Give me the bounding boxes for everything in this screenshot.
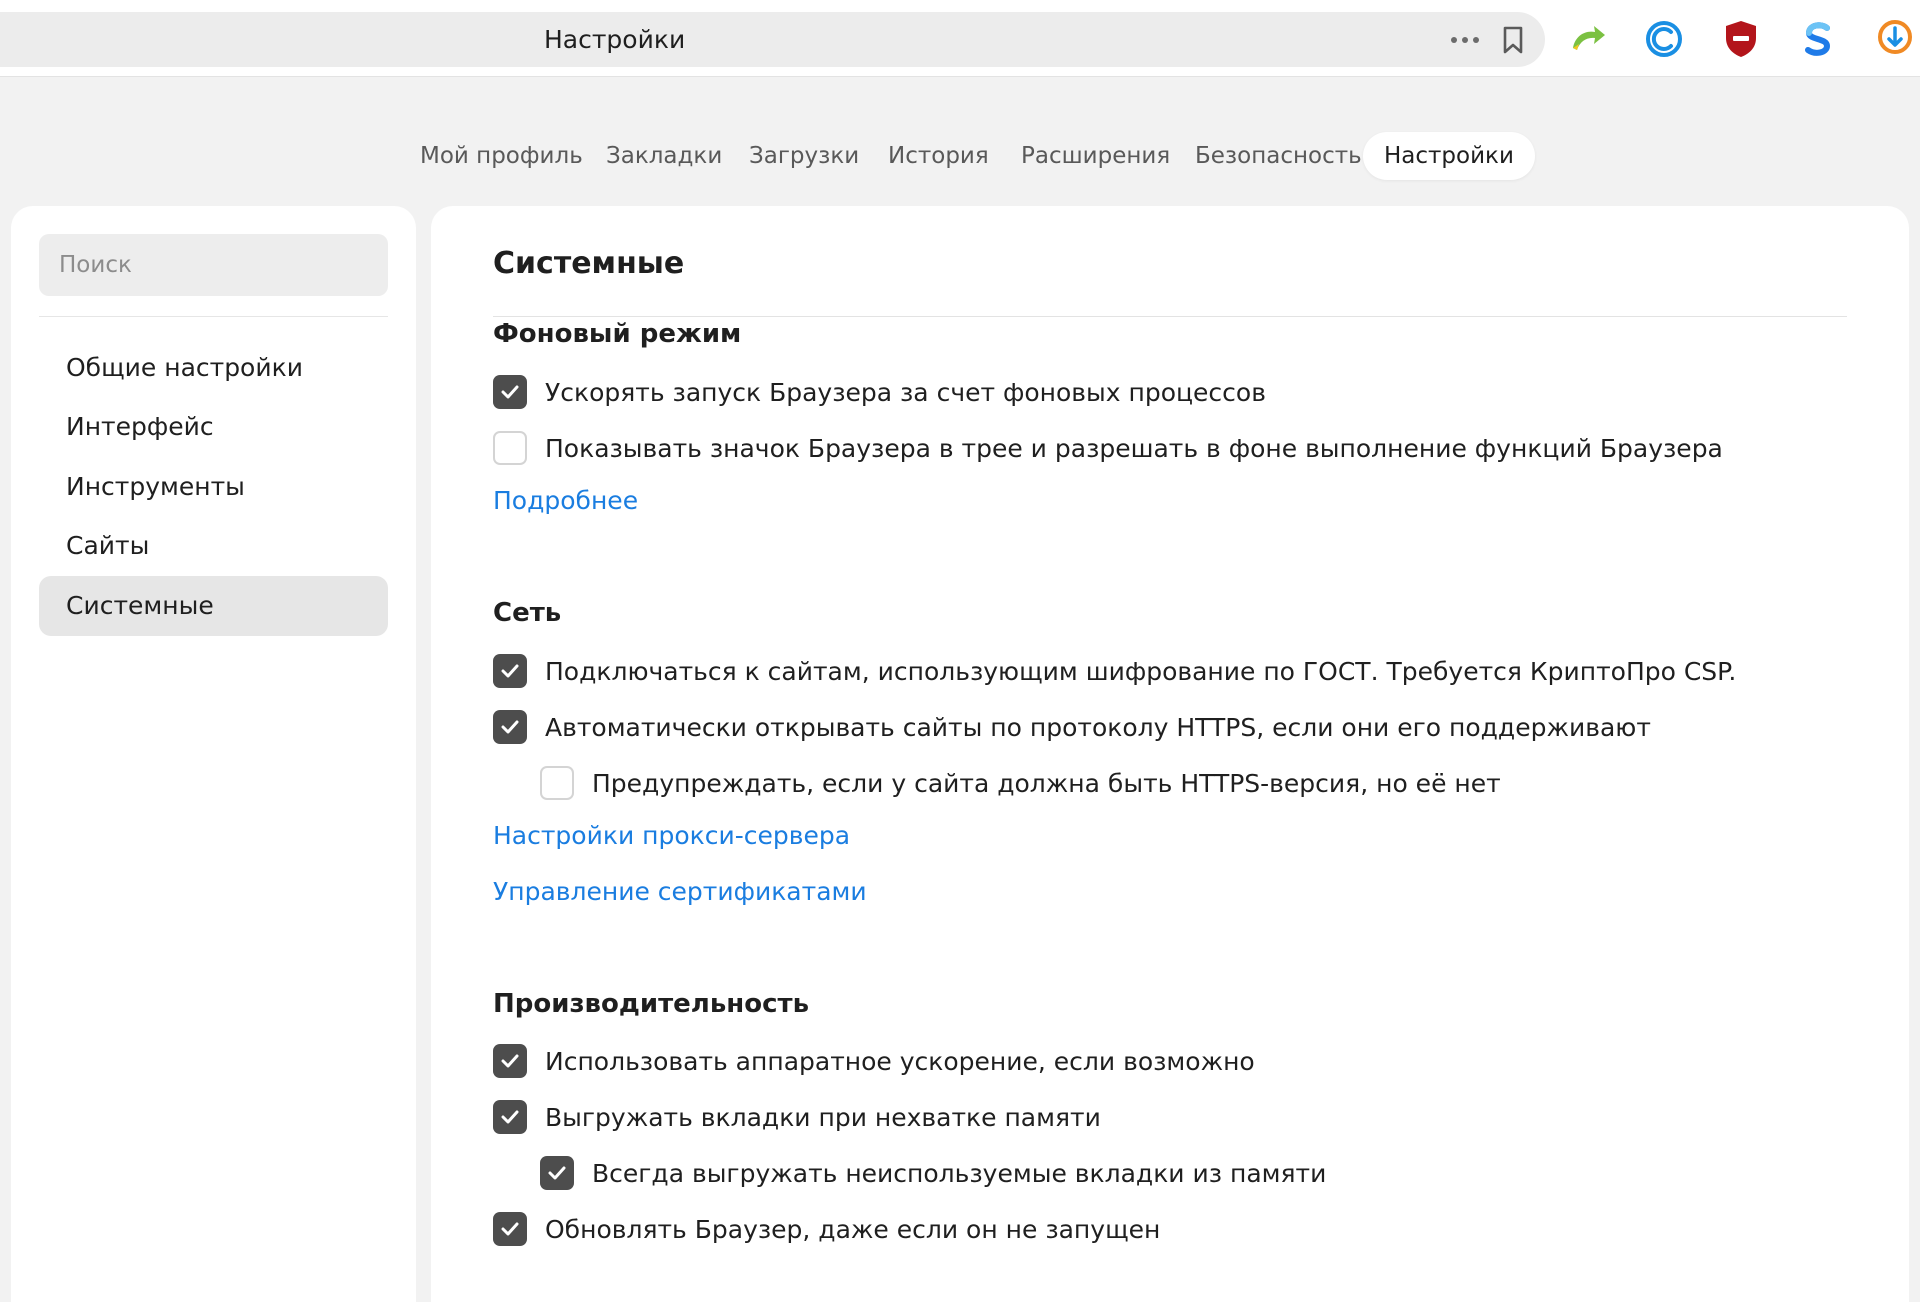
bookmark-icon[interactable] xyxy=(1498,24,1528,56)
checkbox-checked[interactable] xyxy=(540,1156,574,1190)
sidebar-item-system[interactable]: Системные xyxy=(39,576,388,636)
tab-settings[interactable]: Настройки xyxy=(1363,132,1535,180)
settings-tabs: Мой профиль Закладки Загрузки История Ра… xyxy=(0,132,1920,180)
settings-content: Системные Фоновый режим Ускорять запуск … xyxy=(431,206,1909,1302)
tab-downloads[interactable]: Загрузки xyxy=(749,132,859,180)
option-tray-icon[interactable]: Показывать значок Браузера в трее и разр… xyxy=(493,428,1723,468)
title-divider xyxy=(493,316,1847,317)
option-label: Всегда выгружать неиспользуемые вкладки … xyxy=(592,1158,1327,1188)
sidebar-item-general[interactable]: Общие настройки xyxy=(39,338,388,398)
option-fast-startup[interactable]: Ускорять запуск Браузера за счет фоновых… xyxy=(493,372,1266,412)
address-bar[interactable]: Настройки xyxy=(0,12,1545,67)
checkmark-icon xyxy=(501,1222,519,1236)
address-bar-title: Настройки xyxy=(544,25,686,54)
checkbox-unchecked[interactable] xyxy=(493,431,527,465)
orange-extension-icon[interactable] xyxy=(1874,18,1916,60)
option-gost-encryption[interactable]: Подключаться к сайтам, использующим шифр… xyxy=(493,651,1736,691)
option-label: Показывать значок Браузера в трее и разр… xyxy=(545,433,1723,463)
option-label: Предупреждать, если у сайта должна быть … xyxy=(592,768,1501,798)
search-input[interactable] xyxy=(39,234,388,296)
sidebar-item-sites[interactable]: Сайты xyxy=(39,516,388,576)
tab-security[interactable]: Безопасность xyxy=(1195,132,1362,180)
checkbox-checked[interactable] xyxy=(493,375,527,409)
checkmark-icon xyxy=(501,1054,519,1068)
section-title-performance: Производительность xyxy=(493,989,810,1019)
c-extension-icon[interactable] xyxy=(1643,18,1685,60)
checkmark-icon xyxy=(501,664,519,678)
checkbox-unchecked[interactable] xyxy=(540,766,574,800)
sidebar-item-interface[interactable]: Интерфейс xyxy=(39,397,388,457)
checkmark-icon xyxy=(501,385,519,399)
proxy-settings-link[interactable]: Настройки прокси-сервера xyxy=(493,821,850,850)
checkbox-checked[interactable] xyxy=(493,1212,527,1246)
s-extension-icon[interactable] xyxy=(1797,18,1839,60)
checkbox-checked[interactable] xyxy=(493,710,527,744)
checkmark-icon xyxy=(501,1110,519,1124)
section-title-network: Сеть xyxy=(493,598,562,628)
certificates-link[interactable]: Управление сертификатами xyxy=(493,877,867,906)
more-options-icon[interactable] xyxy=(1447,28,1483,52)
option-label: Использовать аппаратное ускорение, если … xyxy=(545,1046,1255,1076)
option-label: Подключаться к сайтам, использующим шифр… xyxy=(545,656,1737,686)
option-label: Обновлять Браузер, даже если он не запущ… xyxy=(545,1214,1161,1244)
option-https-warning[interactable]: Предупреждать, если у сайта должна быть … xyxy=(540,763,1501,803)
learn-more-link[interactable]: Подробнее xyxy=(493,486,638,515)
page-title: Системные xyxy=(493,246,685,281)
tab-history[interactable]: История xyxy=(888,132,989,180)
option-unload-tabs-low-memory[interactable]: Выгружать вкладки при нехватке памяти xyxy=(493,1097,1101,1137)
tab-extensions[interactable]: Расширения xyxy=(1021,132,1170,180)
option-auto-https[interactable]: Автоматически открывать сайты по протоко… xyxy=(493,707,1651,747)
option-label: Ускорять запуск Браузера за счет фоновых… xyxy=(545,377,1266,407)
option-hardware-acceleration[interactable]: Использовать аппаратное ускорение, если … xyxy=(493,1041,1255,1081)
green-arrow-extension-icon[interactable] xyxy=(1567,18,1609,60)
option-label: Автоматически открывать сайты по протоко… xyxy=(545,712,1651,742)
tab-my-profile[interactable]: Мой профиль xyxy=(420,132,583,180)
tab-bookmarks[interactable]: Закладки xyxy=(606,132,722,180)
option-label: Выгружать вкладки при нехватке памяти xyxy=(545,1102,1101,1132)
option-always-unload-unused-tabs[interactable]: Всегда выгружать неиспользуемые вкладки … xyxy=(540,1153,1326,1193)
checkbox-checked[interactable] xyxy=(493,1100,527,1134)
browser-toolbar: Настройки xyxy=(0,0,1920,77)
settings-sidebar: Общие настройки Интерфейс Инструменты Са… xyxy=(11,206,416,1302)
sidebar-item-tools[interactable]: Инструменты xyxy=(39,457,388,517)
section-title-background: Фоновый режим xyxy=(493,319,742,349)
checkmark-icon xyxy=(548,1166,566,1180)
checkbox-checked[interactable] xyxy=(493,654,527,688)
option-update-when-closed[interactable]: Обновлять Браузер, даже если он не запущ… xyxy=(493,1209,1160,1249)
checkmark-icon xyxy=(501,720,519,734)
checkbox-checked[interactable] xyxy=(493,1044,527,1078)
sidebar-divider xyxy=(39,316,388,317)
shield-extension-icon[interactable] xyxy=(1720,18,1762,60)
